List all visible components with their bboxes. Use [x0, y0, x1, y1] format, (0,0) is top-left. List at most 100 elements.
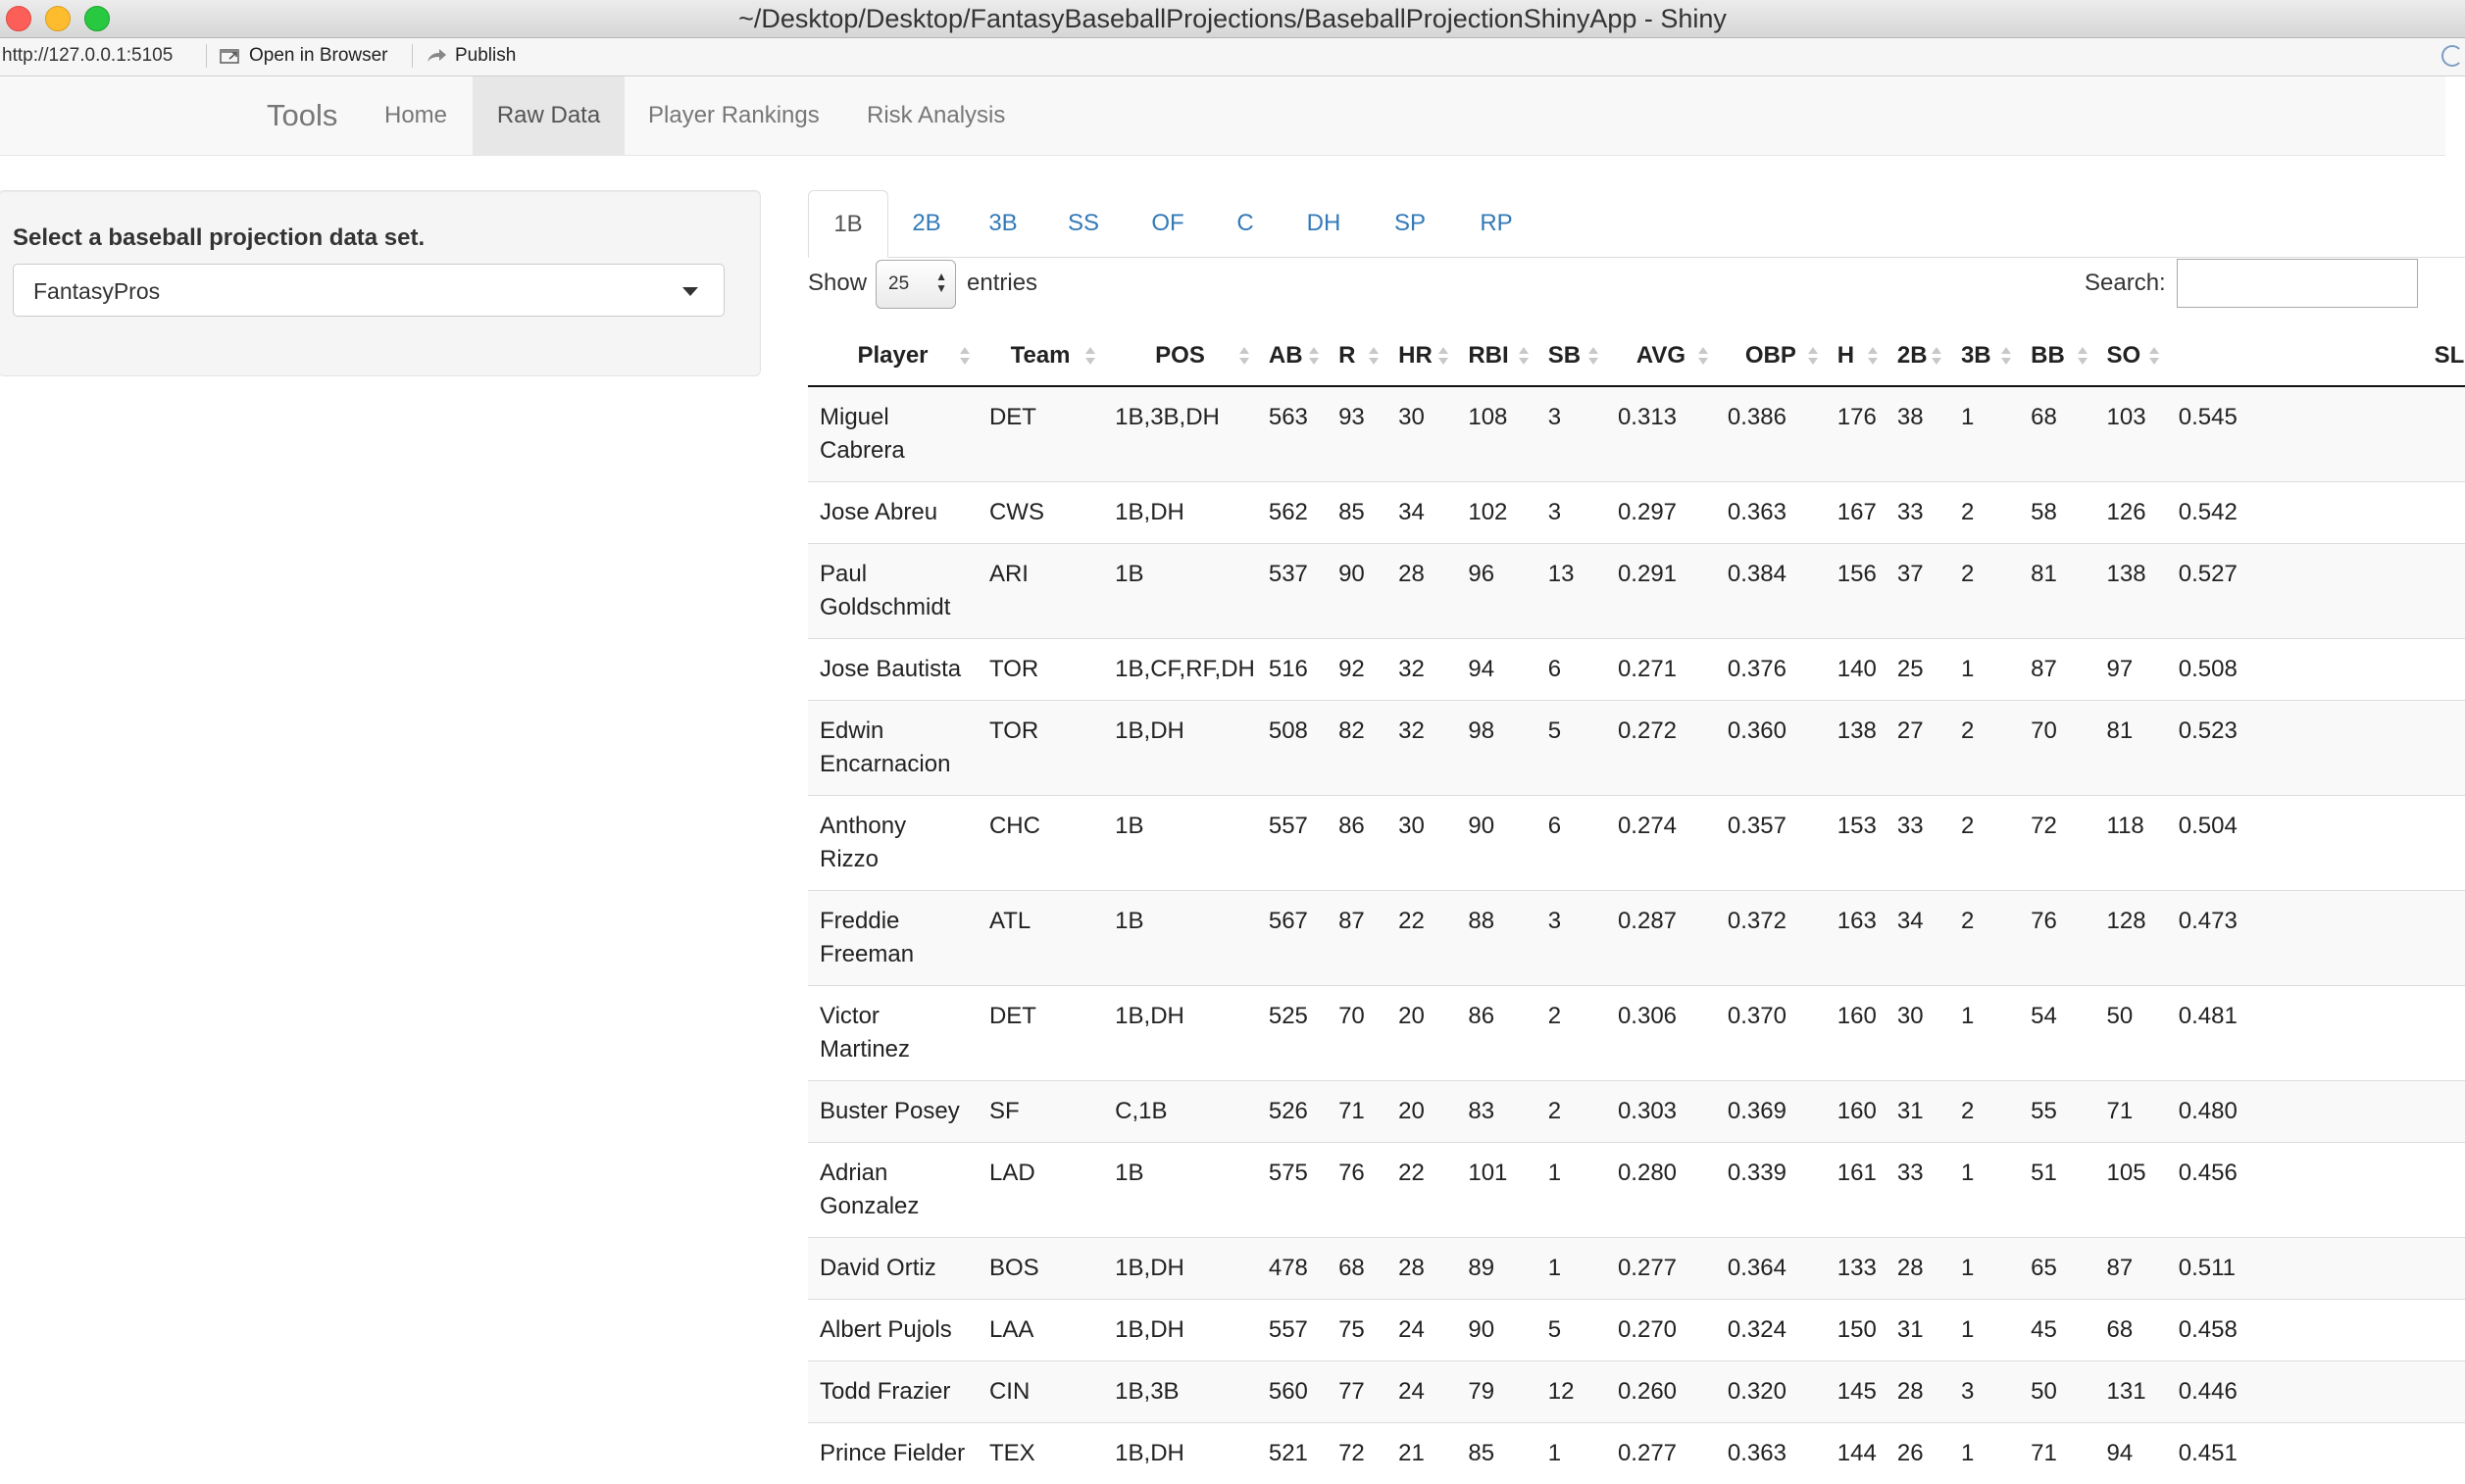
- cell-obp: 0.363: [1715, 481, 1826, 544]
- cell-pos: C,1B: [1103, 1080, 1257, 1143]
- cell-2b: 27: [1885, 700, 1949, 796]
- nav-tab-home[interactable]: Home: [361, 76, 471, 155]
- column-header-player[interactable]: Player: [808, 325, 978, 387]
- dataset-select-label: Select a baseball projection data set.: [13, 224, 426, 251]
- table-row[interactable]: Albert Pujols LAA 1B,DH 557 75 24 90 5 0.270 0.32…: [808, 1299, 2465, 1361]
- tab-c[interactable]: C: [1210, 190, 1281, 257]
- cell-bb: 81: [2019, 543, 2095, 639]
- table-row[interactable]: Anthony Rizzo CHC 1B 557 86 30 90 6 0.274 0.357 15…: [808, 795, 2465, 891]
- table-row[interactable]: Buster Posey SF C,1B 526 71 20 83 2 0.303 0.369 16…: [808, 1080, 2465, 1143]
- entries-length-select[interactable]: 25 ▲ ▼: [876, 260, 956, 309]
- cell-r: 68: [1327, 1237, 1387, 1300]
- cell-player: Buster Posey: [808, 1080, 978, 1143]
- nav-tab-raw-data[interactable]: Raw Data: [473, 76, 625, 155]
- nav-tab-risk-analysis[interactable]: Risk Analysis: [843, 76, 1029, 155]
- column-header-slg[interactable]: SLG: [2166, 325, 2465, 387]
- tab-ss[interactable]: SS: [1041, 190, 1126, 257]
- navbar: Tools Home Raw Data Player Rankings Risk…: [0, 76, 2445, 156]
- column-header-hr[interactable]: HR: [1386, 325, 1457, 387]
- table-row[interactable]: Paul Goldschmidt ARI 1B 537 90 28 96 13 0.291 0.3…: [808, 543, 2465, 639]
- cell-so: 126: [2094, 481, 2167, 544]
- table-row[interactable]: Todd Frazier CIN 1B,3B 560 77 24 79 12 0.260 0.32…: [808, 1360, 2465, 1423]
- cell-3b: 2: [1948, 543, 2020, 639]
- cell-pos: 1B,CF,RF,DH: [1103, 638, 1257, 701]
- nav-tab-player-rankings[interactable]: Player Rankings: [625, 76, 843, 155]
- table-row[interactable]: Edwin Encarnacion TOR 1B,DH 508 82 32 98 5 0.272…: [808, 700, 2465, 796]
- updown-arrows-icon: ▲ ▼: [935, 270, 947, 295]
- dataset-select[interactable]: FantasyPros: [13, 264, 725, 317]
- cell-avg: 0.270: [1605, 1299, 1716, 1361]
- table-row[interactable]: Victor Martinez DET 1B,DH 525 70 20 86 2 0.306 0.…: [808, 985, 2465, 1081]
- cell-sb: 3: [1535, 481, 1606, 544]
- table-row[interactable]: Adrian Gonzalez LAD 1B 575 76 22 101 1 0.280 0.33…: [808, 1142, 2465, 1238]
- cell-obp: 0.370: [1715, 985, 1826, 1081]
- tab-sp[interactable]: SP: [1367, 190, 1453, 257]
- cell-sb: 6: [1535, 638, 1606, 701]
- tab-rp[interactable]: RP: [1453, 190, 1539, 257]
- cell-so: 94: [2094, 1422, 2167, 1484]
- entries-length-value: 25: [888, 273, 910, 294]
- column-header-sb[interactable]: SB: [1535, 325, 1606, 387]
- cell-h: 161: [1825, 1142, 1886, 1238]
- cell-slg: 0.456: [2166, 1142, 2465, 1238]
- column-header-h[interactable]: H: [1825, 325, 1886, 387]
- column-header-pos[interactable]: POS: [1103, 325, 1257, 387]
- column-header-3b[interactable]: 3B: [1948, 325, 2020, 387]
- cell-2b: 26: [1885, 1422, 1949, 1484]
- cell-so: 71: [2094, 1080, 2167, 1143]
- column-header-so[interactable]: SO: [2094, 325, 2167, 387]
- column-header-ab[interactable]: AB: [1256, 325, 1328, 387]
- cell-3b: 2: [1948, 890, 2020, 986]
- open-in-browser-button[interactable]: Open in Browser: [220, 43, 388, 69]
- column-header-label: AVG: [1635, 341, 1686, 369]
- table-body: Miguel Cabrera DET 1B,3B,DH 563 93 30 108 3 0.31…: [808, 385, 2465, 1484]
- cell-r: 85: [1327, 481, 1387, 544]
- search-label: Search:: [2085, 270, 2166, 296]
- cell-3b: 1: [1948, 985, 2020, 1081]
- tab-1b[interactable]: 1B: [808, 190, 888, 258]
- cell-ab: 563: [1256, 385, 1328, 482]
- tab-2b[interactable]: 2B: [888, 190, 965, 257]
- tab-dh[interactable]: DH: [1281, 190, 1367, 257]
- column-header-obp[interactable]: OBP: [1715, 325, 1826, 387]
- sort-icon: [1807, 347, 1818, 367]
- cell-so: 50: [2094, 985, 2167, 1081]
- cell-so: 105: [2094, 1142, 2167, 1238]
- table-row[interactable]: Jose Bautista TOR 1B,CF,RF,DH 516 92 32 94 6 0.2…: [808, 638, 2465, 701]
- column-header-avg[interactable]: AVG: [1605, 325, 1716, 387]
- publish-button[interactable]: Publish: [426, 43, 516, 69]
- cell-rbi: 98: [1456, 700, 1536, 796]
- table-row[interactable]: Miguel Cabrera DET 1B,3B,DH 563 93 30 108 3 0.31…: [808, 385, 2465, 482]
- column-header-team[interactable]: Team: [977, 325, 1104, 387]
- cell-slg: 0.458: [2166, 1299, 2465, 1361]
- search-input[interactable]: [2177, 259, 2418, 308]
- cell-obp: 0.376: [1715, 638, 1826, 701]
- cell-bb: 72: [2019, 795, 2095, 891]
- cell-sb: 3: [1535, 890, 1606, 986]
- refresh-icon[interactable]: [2441, 45, 2463, 67]
- table-row[interactable]: Prince Fielder TEX 1B,DH 521 72 21 85 1 0.277 0.3…: [808, 1422, 2465, 1484]
- column-header-2b[interactable]: 2B: [1885, 325, 1949, 387]
- column-header-r[interactable]: R: [1327, 325, 1387, 387]
- cell-sb: 3: [1535, 385, 1606, 482]
- cell-3b: 2: [1948, 1080, 2020, 1143]
- cell-r: 70: [1327, 985, 1387, 1081]
- cell-ab: 560: [1256, 1360, 1328, 1423]
- tab-of[interactable]: OF: [1126, 190, 1210, 257]
- table-row[interactable]: Jose Abreu CWS 1B,DH 562 85 34 102 3 0.297 0.363 1…: [808, 481, 2465, 544]
- column-header-bb[interactable]: BB: [2019, 325, 2095, 387]
- tab-3b[interactable]: 3B: [965, 190, 1041, 257]
- cell-sb: 1: [1535, 1422, 1606, 1484]
- cell-rbi: 85: [1456, 1422, 1536, 1484]
- column-header-rbi[interactable]: RBI: [1456, 325, 1536, 387]
- sort-icon: [1438, 347, 1449, 367]
- table-row[interactable]: David Ortiz BOS 1B,DH 478 68 28 89 1 0.277 0.364 1…: [808, 1237, 2465, 1300]
- cell-hr: 28: [1386, 1237, 1457, 1300]
- table-row[interactable]: Freddie Freeman ATL 1B 567 87 22 88 3 0.287 0.372…: [808, 890, 2465, 986]
- sort-icon: [959, 347, 970, 367]
- toolbar-divider: [412, 44, 413, 68]
- cell-team: LAD: [977, 1142, 1104, 1238]
- cell-bb: 70: [2019, 700, 2095, 796]
- sidebar-panel: Select a baseball projection data set. F…: [0, 190, 761, 376]
- cell-pos: 1B,DH: [1103, 1237, 1257, 1300]
